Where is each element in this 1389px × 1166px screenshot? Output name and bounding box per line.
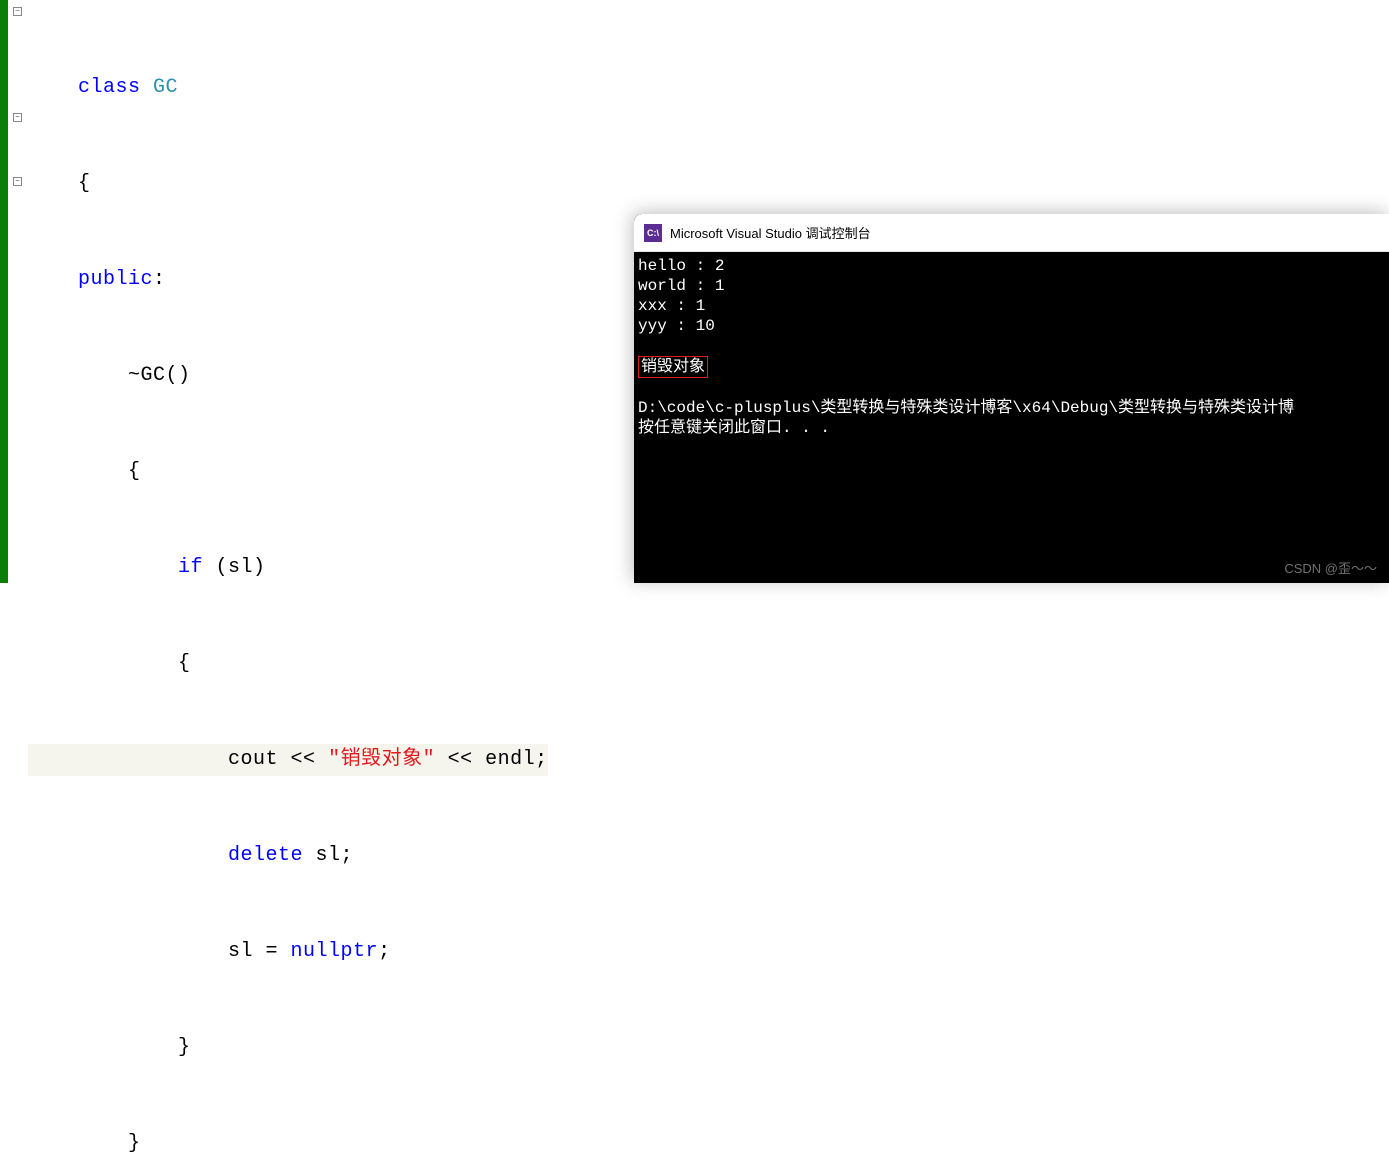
code-line-highlighted: cout << "销毁对象" << endl; [28, 744, 548, 776]
code-line: public: [28, 264, 548, 296]
code-line: } [28, 1032, 548, 1064]
console-line: yyy : 10 [638, 317, 715, 335]
code-line: class GC [28, 72, 548, 104]
console-line: hello : 2 [638, 257, 724, 275]
code-line: sl = nullptr; [28, 936, 548, 968]
code-content[interactable]: class GC { public: ~GC() { if (sl) { cou… [28, 8, 548, 1166]
fold-toggle[interactable] [13, 177, 22, 186]
console-line: xxx : 1 [638, 297, 705, 315]
code-line: delete sl; [28, 840, 548, 872]
console-line: world : 1 [638, 277, 724, 295]
code-line: } [28, 1128, 548, 1160]
fold-toggle[interactable] [13, 113, 22, 122]
console-line: D:\code\c-plusplus\类型转换与特殊类设计博客\x64\Debu… [638, 399, 1294, 417]
console-line: 按任意键关闭此窗口. . . [638, 419, 830, 437]
vs-icon: C:\ [644, 224, 662, 242]
code-line: { [28, 648, 548, 680]
fold-toggle[interactable] [13, 7, 22, 16]
console-output[interactable]: hello : 2 world : 1 xxx : 1 yyy : 10 销毁对… [634, 252, 1389, 442]
console-title: Microsoft Visual Studio 调试控制台 [670, 223, 871, 242]
console-highlighted-output: 销毁对象 [638, 356, 708, 378]
gutter-change-bar [0, 0, 8, 583]
code-line: { [28, 168, 548, 200]
code-line: if (sl) [28, 552, 548, 584]
fold-column [12, 0, 24, 583]
console-titlebar[interactable]: C:\ Microsoft Visual Studio 调试控制台 [634, 214, 1389, 252]
watermark: CSDN @歪～～ [1284, 558, 1377, 577]
console-window[interactable]: C:\ Microsoft Visual Studio 调试控制台 hello … [634, 214, 1389, 583]
code-line: ~GC() [28, 360, 548, 392]
code-line: { [28, 456, 548, 488]
